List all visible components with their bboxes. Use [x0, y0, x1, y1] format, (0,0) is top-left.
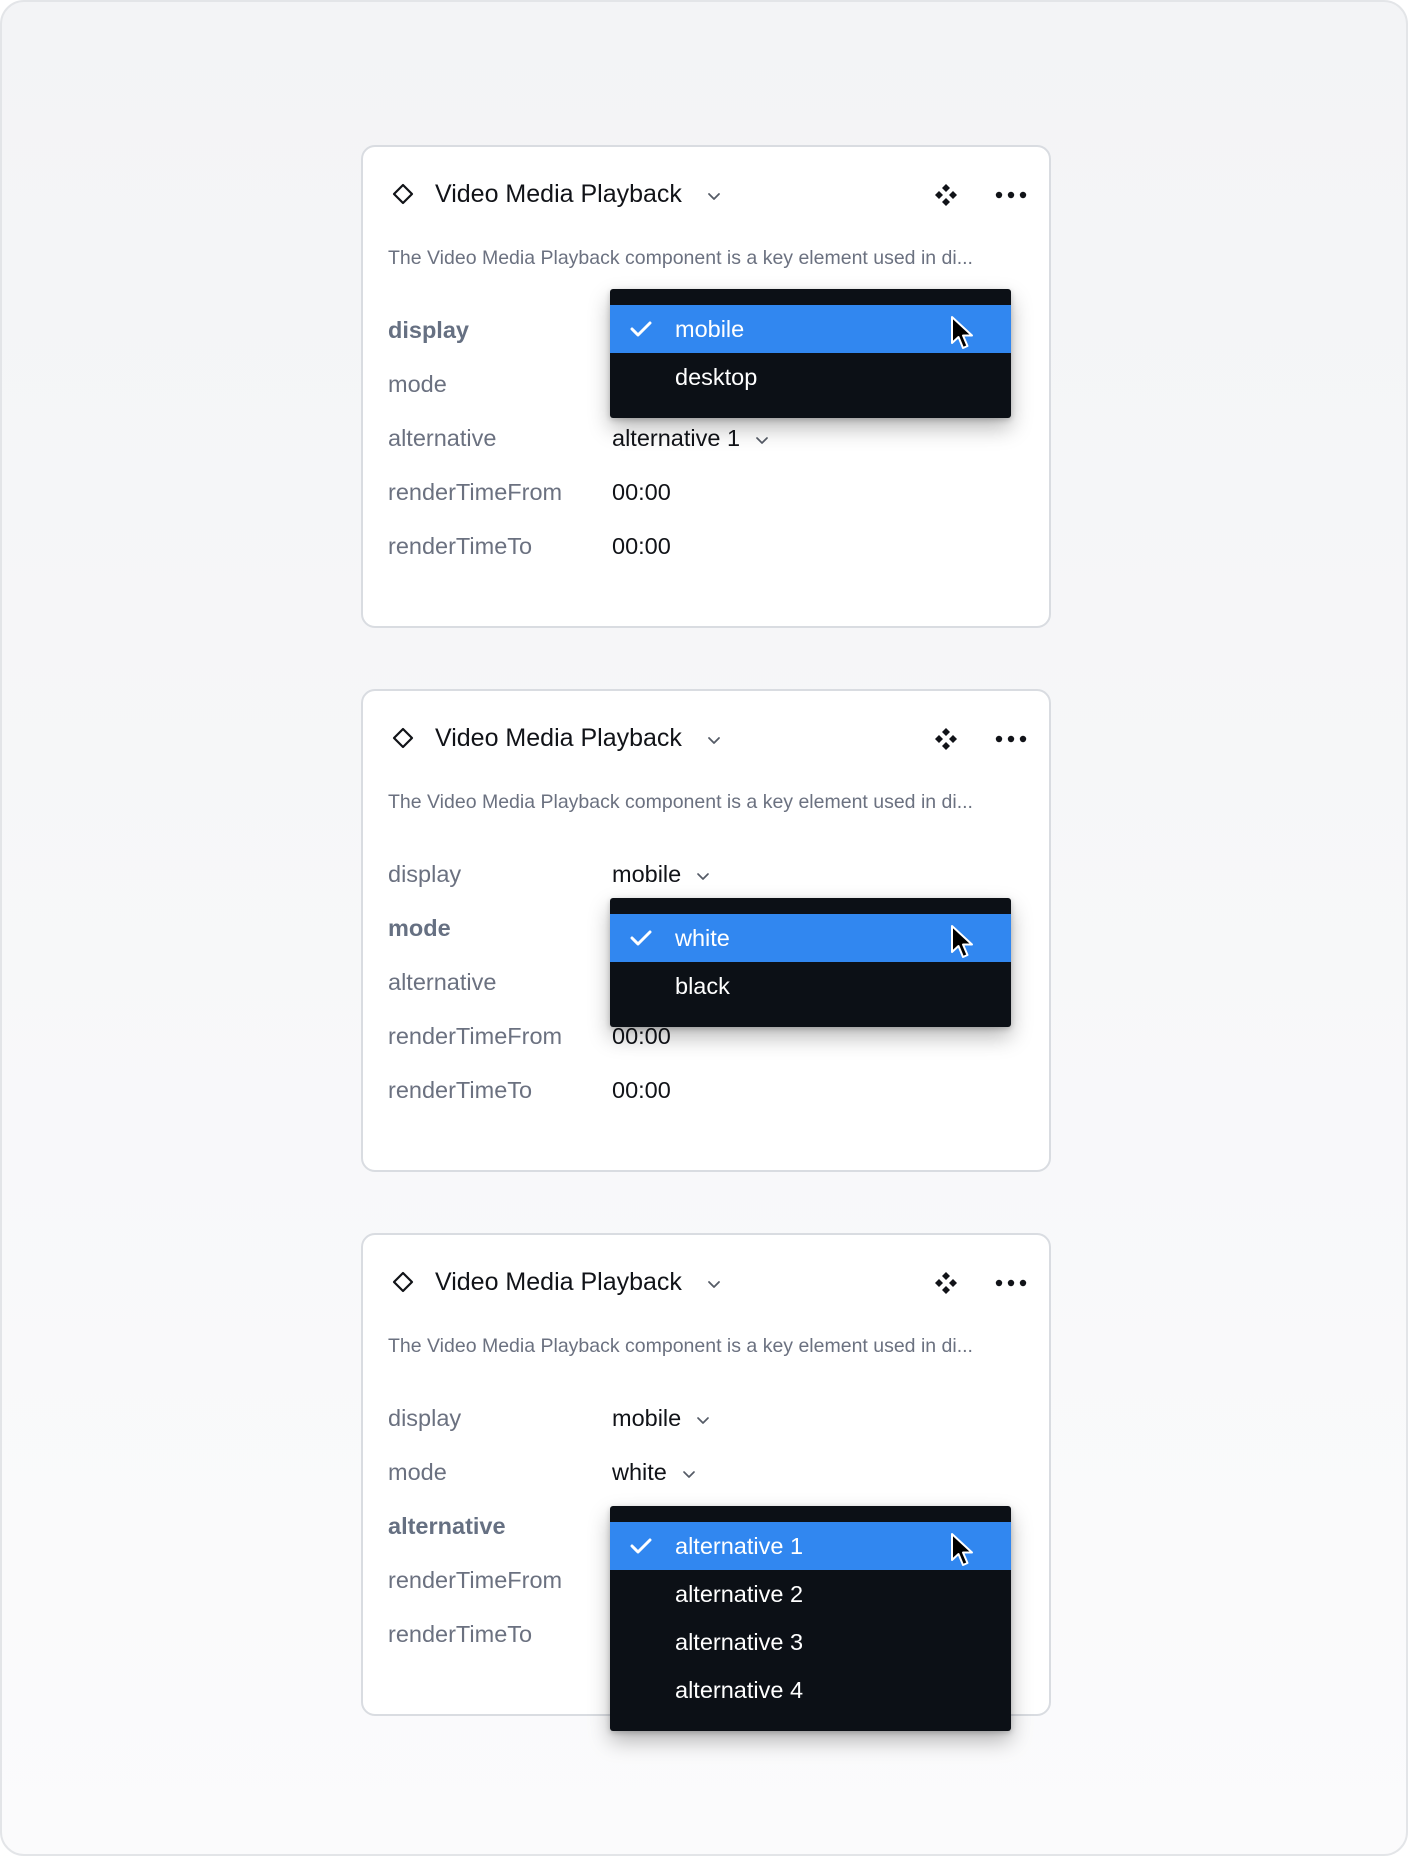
component-description: The Video Media Playback component is a …: [388, 247, 973, 269]
property-value-select[interactable]: mobile: [612, 1405, 711, 1432]
component-title[interactable]: Video Media Playback: [435, 724, 682, 753]
option-label: alternative 3: [675, 1629, 804, 1655]
component-title[interactable]: Video Media Playback: [435, 1268, 682, 1297]
property-label: mode: [388, 371, 447, 397]
property-row-renderTimeFrom[interactable]: renderTimeFrom 00:00: [363, 469, 1049, 519]
property-label: display: [388, 1405, 462, 1431]
option-label: alternative 2: [675, 1581, 804, 1607]
dropdown-option-white[interactable]: white: [610, 914, 1011, 962]
alternative-dropdown-menu: alternative 1 alternative 2 alternative …: [610, 1506, 1011, 1731]
panel-header: Video Media Playback: [363, 147, 1049, 243]
property-label: renderTimeTo: [388, 1621, 533, 1647]
mouse-pointer-icon: [951, 1533, 973, 1566]
component-variants-icon[interactable]: [933, 726, 959, 752]
canvas-frame: Video Media Playback The Video Media Pla…: [0, 0, 1408, 1856]
dropdown-option-alternative-3[interactable]: alternative 3: [610, 1618, 1011, 1666]
time-input[interactable]: 00:00: [612, 1023, 671, 1050]
property-row-mode[interactable]: mode white: [363, 1449, 1049, 1499]
time-input[interactable]: 00:00: [612, 533, 671, 560]
property-value-select[interactable]: white: [612, 1459, 697, 1486]
chevron-down-icon: [683, 1470, 695, 1478]
property-label: renderTimeTo: [388, 533, 533, 559]
chevron-down-icon: [697, 872, 710, 880]
component-description: The Video Media Playback component is a …: [388, 1335, 973, 1357]
property-value: mobile: [612, 1405, 682, 1431]
chevron-down-icon[interactable]: [705, 187, 723, 205]
property-label: renderTimeFrom: [388, 479, 563, 505]
chevron-down-icon[interactable]: [705, 731, 723, 749]
property-row-renderTimeTo[interactable]: renderTimeTo 00:00: [363, 1067, 1049, 1117]
property-label: mode: [388, 1459, 447, 1485]
mouse-pointer-icon: [951, 925, 973, 958]
option-label: desktop: [675, 364, 758, 390]
property-value: alternative 1: [612, 425, 741, 451]
more-horizontal-icon[interactable]: [993, 1270, 1029, 1296]
chevron-down-icon[interactable]: [705, 1275, 723, 1293]
panel-header: Video Media Playback: [363, 691, 1049, 787]
time-input[interactable]: 00:00: [612, 479, 671, 506]
display-dropdown-menu: mobile desktop: [610, 289, 1011, 418]
property-value-select[interactable]: alternative 1: [612, 425, 770, 452]
option-label: black: [675, 973, 730, 999]
more-horizontal-icon[interactable]: [993, 182, 1029, 208]
component-variants-icon[interactable]: [933, 1270, 959, 1296]
component-variants-icon[interactable]: [933, 182, 959, 208]
check-icon: [630, 930, 652, 946]
dropdown-option-desktop[interactable]: desktop: [610, 353, 1011, 401]
option-label: white: [675, 925, 730, 951]
property-row-alternative[interactable]: alternative alternative 1: [363, 415, 1049, 465]
option-label: alternative 4: [675, 1677, 804, 1703]
chevron-down-icon: [697, 1416, 710, 1424]
option-label: alternative 1: [675, 1533, 804, 1559]
time-input[interactable]: 00:00: [612, 1077, 671, 1104]
dropdown-option-alternative-2[interactable]: alternative 2: [610, 1570, 1011, 1618]
property-label: alternative: [388, 969, 497, 995]
check-icon: [630, 321, 652, 337]
property-value: mobile: [612, 861, 682, 887]
property-label: display: [388, 861, 462, 887]
property-value-select[interactable]: mobile: [612, 861, 711, 888]
property-label: renderTimeFrom: [388, 1567, 563, 1593]
property-value: white: [612, 1459, 667, 1485]
property-label: renderTimeFrom: [388, 1023, 563, 1049]
check-icon: [630, 1538, 652, 1554]
property-row-renderTimeTo[interactable]: renderTimeTo 00:00: [363, 523, 1049, 573]
chevron-down-icon: [756, 436, 768, 444]
property-label: alternative: [388, 1513, 506, 1539]
dropdown-option-alternative-1[interactable]: alternative 1: [610, 1522, 1011, 1570]
panel-header: Video Media Playback: [363, 1235, 1049, 1331]
property-label: mode: [388, 915, 451, 941]
diamond-outline-icon: [392, 1271, 414, 1293]
dropdown-option-mobile[interactable]: mobile: [610, 305, 1011, 353]
option-label: mobile: [675, 316, 745, 342]
property-row-display[interactable]: display mobile: [363, 851, 1049, 901]
component-description: The Video Media Playback component is a …: [388, 791, 973, 813]
property-row-display[interactable]: display mobile: [363, 1395, 1049, 1445]
mouse-pointer-icon: [951, 316, 973, 349]
dropdown-option-black[interactable]: black: [610, 962, 1011, 1010]
property-label: display: [388, 317, 469, 343]
mode-dropdown-menu: white black: [610, 898, 1011, 1027]
diamond-outline-icon: [392, 727, 414, 749]
more-horizontal-icon[interactable]: [993, 726, 1029, 752]
property-label: renderTimeTo: [388, 1077, 533, 1103]
component-title[interactable]: Video Media Playback: [435, 180, 682, 209]
diamond-outline-icon: [392, 183, 414, 205]
dropdown-option-alternative-4[interactable]: alternative 4: [610, 1666, 1011, 1714]
property-label: alternative: [388, 425, 497, 451]
